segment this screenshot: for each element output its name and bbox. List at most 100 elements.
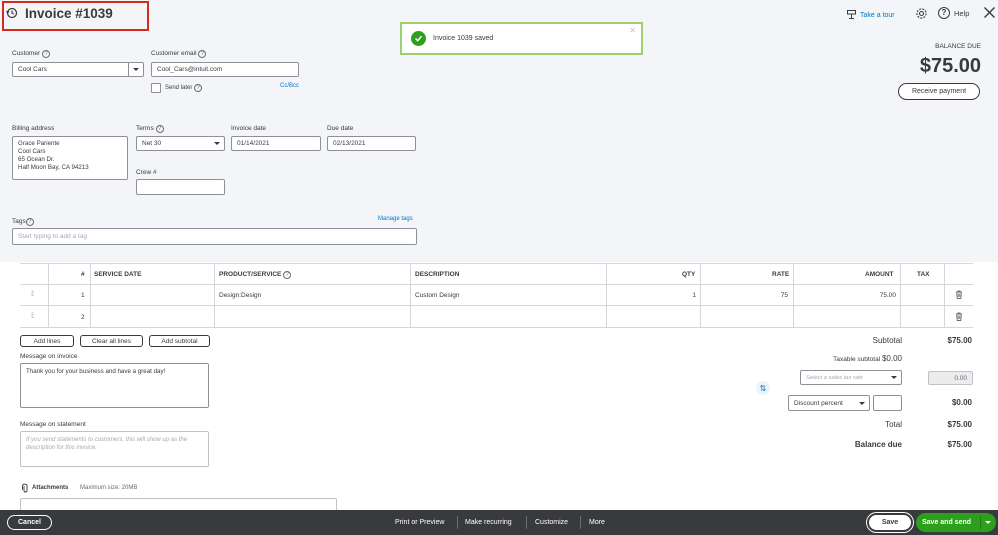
email-label-text: Customer email: [151, 50, 197, 57]
sales-tax-select[interactable]: Select a sales tax rate: [800, 370, 902, 385]
toast-close-icon[interactable]: ✕: [629, 26, 636, 35]
gear-icon[interactable]: [915, 7, 928, 22]
footer-separator: [457, 516, 458, 529]
due-date-label: Due date: [327, 125, 354, 132]
crew-field[interactable]: [136, 179, 225, 195]
due-date-field[interactable]: 02/13/2021: [327, 136, 416, 151]
header-bottom-border: [20, 284, 973, 285]
cancel-button[interactable]: Cancel: [7, 510, 52, 535]
col-header-product-text: PRODUCT/SERVICE: [219, 271, 282, 278]
chevron-down-icon: [886, 371, 901, 384]
billing-address-field[interactable]: Grace Pariente Cool Cars 65 Ocean Dr. Ha…: [12, 136, 128, 180]
tags-input[interactable]: Start typing to add a tag: [12, 228, 417, 245]
footer-separator: [526, 516, 527, 529]
tax-swap-icon[interactable]: ⇅: [756, 381, 770, 395]
terms-help-icon[interactable]: ?: [155, 125, 164, 133]
check-icon: [411, 31, 426, 46]
email-value: Cool_Cars@intuit.com: [157, 66, 223, 73]
save-and-send-label: Save and send: [922, 519, 972, 526]
help-icon: ?: [938, 7, 950, 19]
customer-label-text: Customer: [12, 50, 41, 57]
tags-help-icon[interactable]: ?: [25, 218, 34, 226]
col-divider: [48, 263, 49, 327]
row-border: [20, 327, 973, 328]
footer-bar: Cancel Print or Preview Make recurring C…: [0, 510, 998, 535]
ccbcc-link[interactable]: Cc/Bcc: [280, 83, 299, 89]
save-and-send-button[interactable]: Save and send: [916, 513, 996, 532]
take-tour-label: Take a tour: [860, 12, 895, 19]
billing-line: Cool Cars: [18, 148, 46, 155]
discount-type-select[interactable]: Discount percent: [788, 395, 870, 411]
customer-value: Cool Cars: [18, 66, 47, 73]
customize-button[interactable]: Customize: [535, 510, 568, 535]
balance-due-label: BALANCE DUE: [935, 43, 981, 50]
drag-handle-icon[interactable]: ⁞⁞: [31, 291, 34, 298]
col-header-service-date: SERVICE DATE: [94, 271, 142, 278]
drag-handle-icon[interactable]: ⁞⁞: [31, 313, 34, 320]
help-button[interactable]: ? Help: [938, 7, 969, 19]
col-header-num: #: [81, 271, 85, 278]
total-label: Total: [885, 420, 902, 429]
print-preview-button[interactable]: Print or Preview: [395, 510, 444, 535]
row-border: [20, 305, 973, 306]
more-button[interactable]: More: [589, 510, 605, 535]
row-qty[interactable]: 1: [692, 292, 696, 299]
take-tour-link[interactable]: Take a tour: [846, 9, 895, 22]
add-subtotal-button[interactable]: Add subtotal: [149, 335, 210, 347]
col-divider: [700, 263, 701, 327]
col-divider: [900, 263, 901, 327]
terms-label: Terms ?: [136, 125, 164, 133]
email-help-icon[interactable]: ?: [198, 50, 207, 58]
chevron-down-icon[interactable]: [985, 521, 991, 524]
row-rate[interactable]: 75: [781, 292, 788, 299]
receive-payment-button[interactable]: Receive payment: [898, 83, 980, 100]
trash-icon[interactable]: [955, 312, 963, 323]
attachments-max: Maximum size: 20MB: [80, 485, 138, 491]
message-invoice-field[interactable]: Thank you for your business and have a g…: [20, 363, 209, 408]
row-product[interactable]: Design:Design: [219, 292, 261, 299]
balance-due-amount: $75.00: [919, 55, 981, 77]
clear-all-lines-button[interactable]: Clear all lines: [80, 335, 143, 347]
make-recurring-button[interactable]: Make recurring: [465, 510, 512, 535]
balance-due-bottom-label: Balance due: [854, 440, 902, 449]
send-later-checkbox[interactable]: [151, 83, 161, 93]
invoice-date-field[interactable]: 01/14/2021: [231, 136, 321, 151]
attachments-label: Attachments: [32, 485, 69, 491]
terms-label-text: Terms: [136, 125, 154, 132]
chevron-down-icon: [128, 63, 143, 76]
col-header-rate: RATE: [772, 271, 790, 278]
col-header-qty: QTY: [682, 271, 696, 278]
total-amount: $75.00: [947, 420, 972, 429]
toast-message: Invoice 1039 saved: [433, 35, 494, 42]
col-header-product: PRODUCT/SERVICE ?: [219, 271, 292, 279]
manage-tags-link[interactable]: Manage tags: [378, 216, 413, 222]
row-num: 2: [81, 314, 85, 321]
terms-select[interactable]: Net 30: [136, 136, 225, 151]
tags-label: Tags?: [12, 218, 34, 226]
sales-tax-placeholder: Select a sales tax rate: [806, 374, 864, 381]
customer-select[interactable]: Cool Cars: [12, 62, 144, 77]
taxable-subtotal-label: Taxable subtotal: [833, 356, 881, 363]
col-header-description: DESCRIPTION: [415, 271, 460, 278]
close-icon[interactable]: [983, 6, 996, 21]
row-num: 1: [81, 292, 85, 299]
taxable-subtotal: Taxable subtotal $0.00: [833, 354, 902, 363]
crew-label: Crew #: [136, 169, 157, 176]
balance-due-bottom-amount: $75.00: [947, 440, 972, 449]
help-label: Help: [954, 8, 970, 18]
discount-value-field[interactable]: [873, 395, 902, 411]
table-top-border: [20, 263, 973, 264]
send-later-text: Send later: [165, 85, 193, 91]
message-invoice-label: Message on invoice: [20, 353, 78, 360]
customer-label: Customer ?: [12, 50, 50, 58]
save-button[interactable]: Save: [867, 513, 913, 532]
row-amount[interactable]: 75.00: [880, 292, 896, 299]
message-statement-field[interactable]: If you send statements to customers, thi…: [20, 431, 209, 467]
add-lines-button[interactable]: Add lines: [20, 335, 74, 347]
trash-icon[interactable]: [955, 290, 963, 301]
email-field[interactable]: Cool_Cars@intuit.com: [151, 62, 299, 77]
row-description[interactable]: Custom Design: [415, 292, 459, 299]
product-help-icon[interactable]: ?: [283, 271, 292, 279]
send-later-help-icon[interactable]: ?: [194, 84, 203, 92]
customer-help-icon[interactable]: ?: [42, 50, 50, 58]
